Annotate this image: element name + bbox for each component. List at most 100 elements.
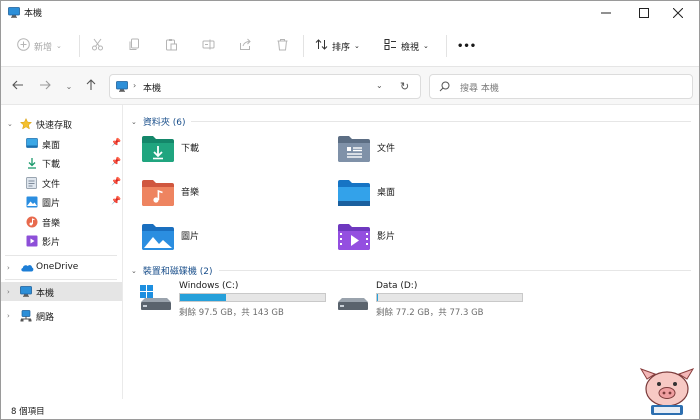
drive-data-d[interactable]: Data (D:) 剩餘 77.2 GB，共 77.3 GB [336,281,536,321]
view-button-label: 檢視 [401,42,420,53]
folder-videos[interactable]: 影片 [337,223,517,257]
sidebar-item-network[interactable]: › 網路 [1,306,122,325]
this-pc-icon [116,81,128,95]
sidebar-item-label: 快速存取 [36,121,73,131]
folder-music[interactable]: 音樂 [141,179,321,213]
group-divider [219,270,691,271]
expand-chevron-icon[interactable]: › [7,264,10,272]
address-bar[interactable]: › 本機 ⌄ ↻ [109,74,421,99]
arrow-left-icon [12,80,24,93]
drive-usage-bar [376,293,523,302]
search-placeholder[interactable]: 搜尋 本機 [460,81,499,94]
pig-mascot-watermark [637,365,697,417]
search-box[interactable]: 搜尋 本機 [429,74,693,99]
collapse-chevron-icon[interactable]: ⌄ [131,118,137,126]
folder-label: 圖片 [181,232,200,242]
new-button[interactable]: 新增 ⌄ [17,37,62,55]
pictures-icon [26,196,38,211]
folder-documents[interactable]: 文件 [337,135,517,169]
hard-drive-icon [336,285,370,316]
copy-button[interactable] [128,37,141,55]
drive-usage-bar [179,293,326,302]
toolbar-divider [79,35,80,57]
drive-windows-c[interactable]: Windows (C:) 剩餘 97.5 GB，共 143 GB [139,281,339,321]
sidebar-item-videos[interactable]: 影片 [1,231,122,250]
pin-icon: 📌 [111,177,121,186]
sidebar-item-label: 影片 [42,238,61,248]
sidebar-item-label: 桌面 [42,141,61,151]
expand-chevron-icon[interactable]: › [7,288,10,296]
folders-group-title: 資料夾 (6) [142,118,186,128]
up-button[interactable] [83,78,99,94]
refresh-icon[interactable]: ↻ [400,80,409,93]
chevron-down-icon: ⌄ [56,42,62,50]
arrow-up-icon [86,78,96,94]
status-bar: 8 個項目 [1,399,699,419]
expand-chevron-icon[interactable]: › [7,312,10,320]
sidebar-item-onedrive[interactable]: › OneDrive [1,258,122,277]
sidebar-item-music[interactable]: 音樂 [1,212,122,231]
folders-group-header[interactable]: ⌄ 資料夾 (6) [131,115,186,129]
delete-button[interactable] [276,37,289,55]
more-options-button[interactable]: ••• [457,37,476,55]
trash-icon [276,38,289,54]
pin-icon: 📌 [111,138,121,147]
file-explorer-window: 本機 新增 ⌄ 排序 ⌄ 檢視 ⌄ ••• ⌄ › 本機 ⌄ ↻ 搜尋 本機 ⌄… [0,0,700,420]
close-button[interactable] [655,1,699,25]
cloud-icon [20,263,34,275]
navigation-pane: ⌄ 快速存取 桌面 📌 下載 📌 文件 📌 圖片 📌 音樂 影片 › OneDr… [1,105,123,399]
drive-usage-fill [180,294,227,301]
download-folder-icon [141,135,175,166]
folder-pictures[interactable]: 圖片 [141,223,321,257]
sidebar-item-downloads[interactable]: 下載 📌 [1,153,122,172]
cut-button[interactable] [91,37,104,55]
window-title: 本機 [24,9,43,19]
cut-icon [91,38,104,54]
recent-locations-button[interactable]: ⌄ [61,78,77,94]
collapse-chevron-icon[interactable]: ⌄ [131,267,137,275]
pin-icon: 📌 [111,196,121,205]
pictures-folder-icon [141,223,175,254]
more-options-icon: ••• [457,40,477,52]
new-button-label: 新增 [34,42,53,53]
sidebar-item-label: 音樂 [42,219,61,229]
item-count: 8 個項目 [11,407,45,417]
sidebar-item-pictures[interactable]: 圖片 📌 [1,192,122,211]
sidebar-item-label: 本機 [36,289,55,299]
sidebar-item-this-pc[interactable]: › 本機 [1,282,122,301]
sidebar-item-label: 文件 [42,180,61,190]
rename-icon [202,38,215,54]
share-button[interactable] [239,37,252,55]
forward-button[interactable] [37,78,53,94]
sidebar-item-label: 下載 [42,160,61,170]
copy-icon [128,38,141,54]
folder-label: 音樂 [181,188,200,198]
rename-button[interactable] [202,37,215,55]
toolbar-divider [303,35,304,57]
this-pc-icon [20,286,32,300]
breadcrumb-separator[interactable]: › [133,81,136,90]
folder-desktop[interactable]: 桌面 [337,179,517,213]
address-history-dropdown[interactable]: ⌄ [376,81,383,90]
breadcrumb-this-pc[interactable]: 本機 [143,81,161,94]
documents-folder-icon [337,135,371,166]
network-icon [20,310,32,325]
sidebar-item-quick-access[interactable]: ⌄ 快速存取 [1,114,122,133]
expand-chevron-icon[interactable]: ⌄ [7,120,13,128]
view-icon [384,38,397,54]
chevron-down-icon: ⌄ [65,81,73,91]
sort-button[interactable]: 排序 ⌄ [315,37,360,55]
folder-downloads[interactable]: 下載 [141,135,321,169]
back-button[interactable] [10,78,26,94]
view-button[interactable]: 檢視 ⌄ [384,37,429,55]
drives-group-header[interactable]: ⌄ 裝置和磁碟機 (2) [131,264,213,278]
share-icon [239,38,252,54]
group-divider [191,121,691,122]
paste-button[interactable] [165,37,178,55]
folder-label: 桌面 [377,188,396,198]
sidebar-item-documents[interactable]: 文件 📌 [1,173,122,192]
sidebar-item-desktop[interactable]: 桌面 📌 [1,134,122,153]
music-folder-icon [141,179,175,210]
toolbar-divider [446,35,447,57]
folder-label: 影片 [377,232,396,242]
